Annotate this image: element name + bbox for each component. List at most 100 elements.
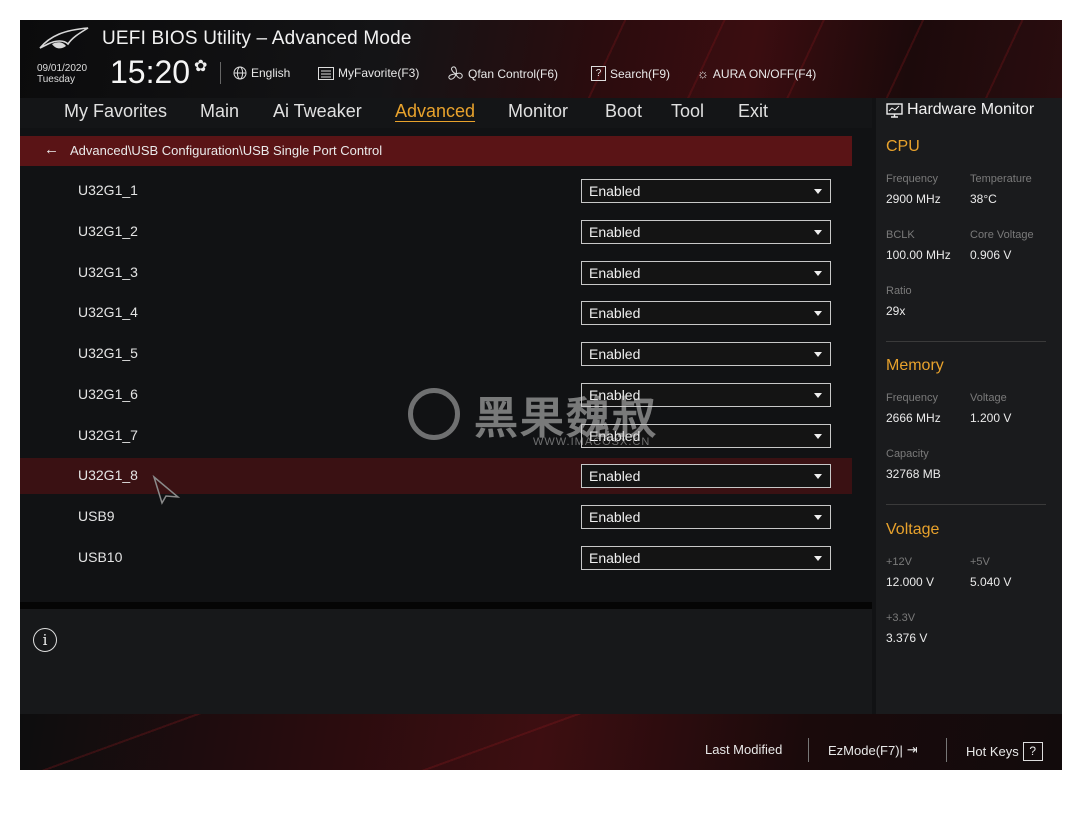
memory-heading: Memory — [886, 357, 944, 374]
setting-label: U32G1_1 — [78, 182, 138, 198]
ratio-value: 29x — [886, 304, 906, 318]
setting-row[interactable]: U32G1_6 Enabled — [20, 377, 852, 413]
myfavorite-button[interactable]: MyFavorite(F3) — [318, 66, 419, 80]
setting-row[interactable]: U32G1_4 Enabled — [20, 295, 852, 331]
setting-dropdown[interactable]: Enabled — [581, 179, 831, 203]
tab-ai-tweaker[interactable]: Ai Tweaker — [273, 101, 362, 122]
header-divider — [220, 62, 221, 84]
tab-main[interactable]: Main — [200, 101, 239, 122]
dropdown-value: Enabled — [589, 224, 641, 240]
hardware-monitor-title: Hardware Monitor — [886, 101, 1034, 119]
tab-my-favorites[interactable]: My Favorites — [64, 101, 167, 122]
dropdown-value: Enabled — [589, 346, 641, 362]
main-tabs: My Favorites Main Ai Tweaker Advanced Mo… — [20, 98, 872, 128]
setting-row[interactable]: U32G1_2 Enabled — [20, 214, 852, 250]
help-box-icon: ? — [1022, 742, 1043, 761]
setting-dropdown[interactable]: Enabled — [581, 424, 831, 448]
bclk-value: 100.00 MHz — [886, 248, 951, 262]
header-bar: UEFI BIOS Utility – Advanced Mode 09/01/… — [20, 20, 1062, 98]
footer-bar: Last Modified EzMode(F7)| ⇥ Hot Keys ? — [20, 714, 1062, 770]
setting-row[interactable]: U32G1_1 Enabled — [20, 173, 852, 209]
setting-dropdown[interactable]: Enabled — [581, 546, 831, 570]
setting-row[interactable]: U32G1_5 Enabled — [20, 336, 852, 372]
caret-down-icon — [814, 474, 822, 479]
setting-dropdown[interactable]: Enabled — [581, 383, 831, 407]
caret-down-icon — [814, 515, 822, 520]
voltage-heading: Voltage — [886, 521, 940, 538]
monitor-icon — [886, 102, 903, 118]
last-modified-button[interactable]: Last Modified — [705, 742, 782, 757]
caret-down-icon — [814, 434, 822, 439]
setting-dropdown[interactable]: Enabled — [581, 505, 831, 529]
weekday-text: Tuesday — [37, 74, 75, 85]
v33-value: 3.376 V — [886, 631, 928, 645]
list-icon — [318, 66, 334, 80]
setting-label: USB9 — [78, 508, 115, 524]
cpu-temperature-value: 38°C — [970, 192, 997, 206]
caret-down-icon — [814, 230, 822, 235]
v5-value: 5.040 V — [970, 575, 1012, 589]
core-voltage-label: Core Voltage — [970, 229, 1034, 241]
search-button[interactable]: ? Search(F9) — [591, 66, 670, 81]
setting-dropdown[interactable]: Enabled — [581, 342, 831, 366]
tab-monitor[interactable]: Monitor — [508, 101, 568, 122]
myfavorite-label: MyFavorite(F3) — [338, 66, 420, 80]
gear-icon[interactable]: ✿ — [194, 56, 207, 76]
ezmode-button[interactable]: EzMode(F7)| ⇥ — [828, 742, 918, 758]
core-voltage-value: 0.906 V — [970, 248, 1012, 262]
clock-display[interactable]: 15:20 — [110, 54, 190, 91]
setting-label: U32G1_5 — [78, 345, 138, 361]
dropdown-value: Enabled — [589, 509, 641, 525]
fan-icon — [448, 66, 463, 80]
hw-divider — [886, 341, 1046, 342]
cpu-frequency-value: 2900 MHz — [886, 192, 941, 206]
setting-dropdown[interactable]: Enabled — [581, 301, 831, 325]
info-icon: i — [33, 628, 57, 652]
rog-logo-icon — [39, 27, 89, 49]
bios-window: UEFI BIOS Utility – Advanced Mode 09/01/… — [20, 20, 1062, 770]
v5-label: +5V — [970, 556, 990, 568]
tab-boot[interactable]: Boot — [605, 101, 642, 122]
back-arrow-icon[interactable]: ← — [44, 141, 59, 158]
setting-label: U32G1_4 — [78, 304, 138, 320]
aura-light-icon: ☼ — [697, 66, 709, 81]
memory-voltage-value: 1.200 V — [970, 411, 1012, 425]
tab-tool[interactable]: Tool — [671, 101, 704, 122]
language-label: English — [251, 66, 291, 80]
setting-dropdown[interactable]: Enabled — [581, 220, 831, 244]
caret-down-icon — [814, 556, 822, 561]
cpu-frequency-label: Frequency — [886, 173, 938, 185]
v12-value: 12.000 V — [886, 575, 935, 589]
hw-title-label: Hardware Monitor — [907, 101, 1035, 118]
setting-dropdown[interactable]: Enabled — [581, 464, 831, 488]
date-display: 09/01/2020 Tuesday — [37, 63, 87, 85]
dropdown-value: Enabled — [589, 468, 641, 484]
caret-down-icon — [814, 393, 822, 398]
setting-label: U32G1_3 — [78, 264, 138, 280]
language-button[interactable]: English — [233, 66, 290, 80]
setting-row[interactable]: USB10 Enabled — [20, 540, 852, 576]
v12-label: +12V — [886, 556, 912, 568]
dropdown-value: Enabled — [589, 305, 641, 321]
aura-button[interactable]: ☼ AURA ON/OFF(F4) — [697, 66, 816, 81]
last-modified-label: Last Modified — [705, 742, 783, 757]
aura-label: AURA ON/OFF(F4) — [712, 66, 817, 81]
setting-dropdown[interactable]: Enabled — [581, 261, 831, 285]
tab-advanced[interactable]: Advanced — [395, 101, 475, 122]
setting-row[interactable]: U32G1_7 Enabled — [20, 418, 852, 454]
hotkeys-label: Hot Keys — [966, 744, 1019, 759]
setting-label: U32G1_6 — [78, 386, 138, 402]
ezmode-label: EzMode(F7)| — [828, 742, 903, 758]
qfan-button[interactable]: Qfan Control(F6) — [448, 66, 558, 82]
setting-row-selected[interactable]: U32G1_8 Enabled — [20, 458, 852, 494]
ratio-label: Ratio — [886, 285, 912, 297]
memory-frequency-label: Frequency — [886, 392, 938, 404]
footer-divider — [946, 738, 947, 762]
tab-exit[interactable]: Exit — [738, 101, 768, 122]
memory-frequency-value: 2666 MHz — [886, 411, 941, 425]
setting-row[interactable]: U32G1_3 Enabled — [20, 255, 852, 291]
hotkeys-button[interactable]: Hot Keys ? — [966, 742, 1043, 761]
setting-row[interactable]: USB9 Enabled — [20, 499, 852, 535]
v33-label: +3.3V — [886, 612, 916, 624]
memory-voltage-label: Voltage — [970, 392, 1007, 404]
